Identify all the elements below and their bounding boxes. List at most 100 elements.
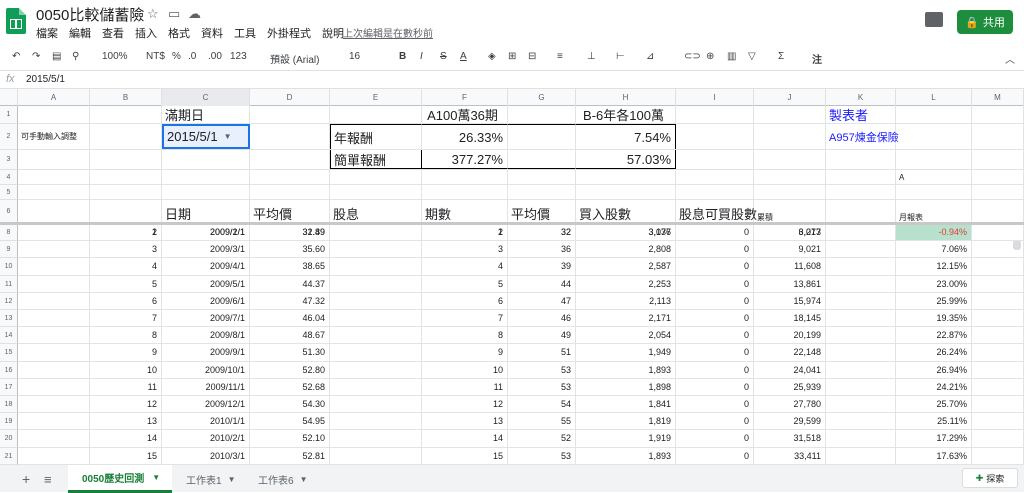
cell-h9[interactable]: 2,808 (576, 241, 676, 258)
cell-i8[interactable]: 0 (676, 224, 754, 241)
cell-l4[interactable]: A (896, 170, 972, 184)
cell-k12[interactable] (826, 292, 896, 309)
cell-h3[interactable]: 57.03% (576, 150, 676, 169)
cell-f4[interactable] (422, 170, 508, 184)
menu-format[interactable]: 格式 (168, 25, 190, 41)
column-header-c[interactable]: C (162, 89, 250, 106)
cell-e10[interactable] (330, 258, 422, 275)
chevron-down-icon[interactable]: ▼ (228, 475, 236, 484)
borders-icon[interactable]: ⊞ (508, 51, 516, 62)
cell-c16[interactable]: 2009/10/1 (162, 361, 250, 378)
cell-g4[interactable] (508, 170, 576, 184)
row-header[interactable]: 1 (0, 106, 18, 124)
tab-sheet1[interactable]: 工作表1 ▼ (186, 465, 248, 493)
cell-k18[interactable] (826, 396, 896, 413)
cell-h10[interactable]: 2,587 (576, 258, 676, 275)
cell-a14[interactable] (18, 327, 90, 344)
cell-l16[interactable]: 26.94% (896, 361, 972, 378)
cell-b10[interactable]: 4 (90, 258, 162, 275)
cell-d11[interactable]: 44.37 (250, 275, 330, 292)
cell-m14[interactable] (972, 327, 1024, 344)
select-all-corner[interactable] (0, 89, 18, 106)
column-header-e[interactable]: E (330, 89, 422, 106)
cell-l18[interactable]: 25.70% (896, 396, 972, 413)
cell-h20[interactable]: 1,919 (576, 430, 676, 447)
cell-g1[interactable] (508, 106, 576, 123)
cell-i11[interactable]: 0 (676, 275, 754, 292)
sheets-logo-icon[interactable] (6, 8, 26, 34)
cell-i18[interactable]: 0 (676, 396, 754, 413)
cell-e21[interactable] (330, 447, 422, 464)
cell-l20[interactable]: 17.29% (896, 430, 972, 447)
rotate-icon[interactable]: ⊿ (646, 51, 654, 62)
column-header-l[interactable]: L (896, 89, 972, 106)
cloud-icon[interactable]: ☁ (188, 6, 201, 22)
cell-h21[interactable]: 1,893 (576, 447, 676, 464)
menu-data[interactable]: 資料 (201, 25, 223, 41)
cell-c9[interactable]: 2009/3/1 (162, 241, 250, 258)
cell-i19[interactable]: 0 (676, 413, 754, 430)
cell-h15[interactable]: 1,949 (576, 344, 676, 361)
cell-g16[interactable]: 53 (508, 361, 576, 378)
cell-e18[interactable] (330, 396, 422, 413)
column-header-d[interactable]: D (250, 89, 330, 106)
cell-l8[interactable]: -0.94% (896, 224, 972, 241)
cell-l13[interactable]: 19.35% (896, 310, 972, 327)
cell-i20[interactable]: 0 (676, 430, 754, 447)
cell-c13[interactable]: 2009/7/1 (162, 310, 250, 327)
cell-k19[interactable] (826, 413, 896, 430)
cell-k10[interactable] (826, 258, 896, 275)
cell-b11[interactable]: 5 (90, 275, 162, 292)
cell-b13[interactable]: 7 (90, 310, 162, 327)
cell-g6[interactable]: 平均價 (508, 200, 576, 223)
cell-c4[interactable] (162, 170, 250, 184)
cell-b17[interactable]: 11 (90, 378, 162, 395)
cell-k16[interactable] (826, 361, 896, 378)
document-title[interactable]: 0050比較儲蓄險 (36, 4, 144, 25)
cell-i10[interactable]: 0 (676, 258, 754, 275)
cell-b8[interactable]: 2 (90, 224, 162, 241)
cell-i21[interactable]: 0 (676, 447, 754, 464)
cell-d12[interactable]: 47.32 (250, 292, 330, 309)
cell-m18[interactable] (972, 396, 1024, 413)
cell-c21[interactable]: 2010/3/1 (162, 447, 250, 464)
cell-m12[interactable] (972, 292, 1024, 309)
cell-e9[interactable] (330, 241, 422, 258)
cell-f15[interactable]: 9 (422, 344, 508, 361)
cell-i9[interactable]: 0 (676, 241, 754, 258)
row-header[interactable]: 18 (0, 396, 18, 414)
cell-i3[interactable] (676, 150, 754, 169)
comment-icon[interactable] (925, 12, 943, 27)
row-header[interactable]: 16 (0, 361, 18, 379)
cell-a16[interactable] (18, 361, 90, 378)
cell-j5[interactable] (754, 185, 826, 199)
chevron-down-icon[interactable]: ▼ (152, 473, 160, 482)
cell-c10[interactable]: 2009/4/1 (162, 258, 250, 275)
cell-b4[interactable] (90, 170, 162, 184)
cell-c8[interactable]: 2009/2/1 (162, 224, 250, 241)
row-header[interactable]: 12 (0, 292, 18, 310)
cell-g18[interactable]: 54 (508, 396, 576, 413)
row-header[interactable]: 3 (0, 150, 18, 170)
formula-input[interactable]: 2015/5/1 (26, 74, 65, 85)
cell-m6[interactable] (972, 200, 1024, 223)
cell-h11[interactable]: 2,253 (576, 275, 676, 292)
cell-m11[interactable] (972, 275, 1024, 292)
star-icon[interactable]: ☆ (147, 6, 159, 22)
cell-b18[interactable]: 12 (90, 396, 162, 413)
cell-j4[interactable] (754, 170, 826, 184)
cell-m9[interactable] (972, 241, 1024, 258)
redo-icon[interactable]: ↷ (32, 51, 40, 62)
cell-k5[interactable] (826, 185, 896, 199)
cell-j21[interactable]: 33,411 (754, 447, 826, 464)
paint-format-icon[interactable]: ⚲ (72, 51, 79, 62)
cell-k17[interactable] (826, 378, 896, 395)
row-header[interactable]: 5 (0, 185, 18, 200)
cell-k13[interactable] (826, 310, 896, 327)
cell-k6[interactable] (826, 200, 896, 223)
cell-k9[interactable] (826, 241, 896, 258)
cell-b3[interactable] (90, 150, 162, 169)
cell-b2[interactable] (90, 124, 162, 149)
filter-icon[interactable]: ▽ (748, 51, 756, 62)
cell-e19[interactable] (330, 413, 422, 430)
